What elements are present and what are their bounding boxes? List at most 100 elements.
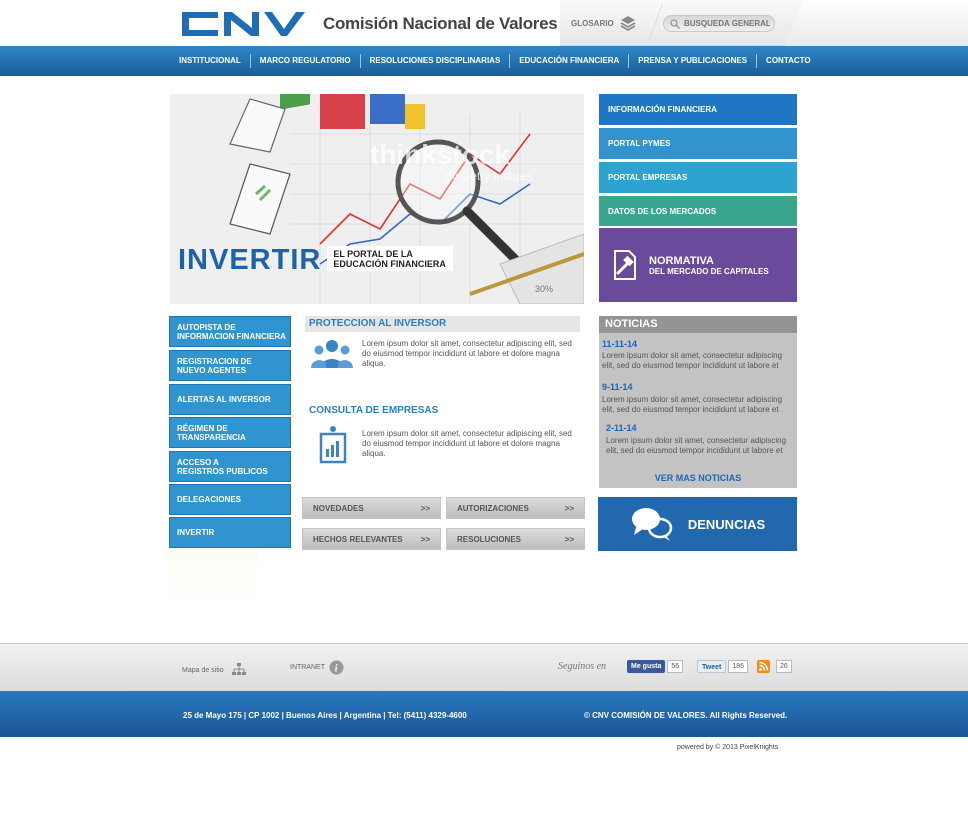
novedades-button[interactable]: NOVEDADES >> [302, 497, 441, 519]
button-label: AUTORIZACIONES [457, 503, 529, 513]
denuncias-label: DENUNCIAS [687, 516, 766, 532]
proteccion-text: Lorem ipsum dolor sit amet, consectetur … [362, 339, 572, 368]
hero-subtitle: EL PORTAL DE LA EDUCACIÓN FINANCIERA [327, 246, 454, 271]
svg-text:thinkstock: thinkstock [370, 139, 510, 170]
hero-subtitle-line1: EL PORTAL DE LA [333, 249, 413, 259]
promo-informacion-financiera[interactable]: INFORMACIÓN FINANCIERA [599, 94, 797, 125]
proteccion-heading[interactable]: PROTECCION AL INVERSOR [305, 316, 580, 332]
chat-bubbles-icon [631, 508, 673, 541]
hechos-relevantes-button[interactable]: HECHOS RELEVANTES >> [302, 528, 441, 550]
nav-item-resoluciones-disciplinarias[interactable]: RESOLUCIONES DISCIPLINARIAS [361, 54, 511, 68]
sidebar-item-label: ALERTAS AL INVERSOR [177, 395, 271, 404]
search-input[interactable] [684, 19, 770, 28]
promo-normativa[interactable]: NORMATIVA DEL MERCADO DE CAPITALES [599, 228, 797, 302]
sidebar-item-regimen[interactable]: RÉGIMEN DE TRANSPARENCIA [169, 417, 291, 448]
sidebar-item-label: ACCESO A [177, 457, 219, 467]
consulta-text: Lorem ipsum dolor sit amet, consectetur … [362, 429, 572, 458]
rss-icon[interactable] [757, 660, 770, 673]
svg-text:by Getty Images: by Getty Images [445, 169, 532, 183]
promo-portal-empresas[interactable]: PORTAL EMPRESAS [599, 162, 797, 193]
header-slant-decoration [785, 0, 968, 46]
sidebar-item-label: TRANSPARENCIA [177, 432, 246, 442]
mapa-label: Mapa de sitio [182, 666, 224, 674]
promo-label: DATOS DE LOS MERCADOS [608, 206, 717, 216]
consulta-heading[interactable]: CONSULTA DE EMPRESAS [305, 403, 580, 419]
noticias-panel: NOTICIAS 11-11-14 Lorem ipsum dolor sit … [599, 316, 797, 488]
facebook-like-button[interactable]: Me gusta [627, 660, 666, 673]
intranet-label: INTRANET [290, 664, 325, 671]
arrow-icon: >> [564, 503, 574, 513]
autorizaciones-button[interactable]: AUTORIZACIONES >> [446, 497, 585, 519]
sidebar-item-label: RÉGIMEN DE [177, 423, 228, 433]
layers-icon [620, 16, 636, 31]
normativa-title: NORMATIVA [649, 254, 714, 267]
button-label: RESOLUCIONES [457, 534, 522, 544]
intranet-link[interactable]: INTRANET i [290, 660, 344, 675]
sidebar-item-label: INVERTIR [177, 528, 215, 537]
rss-widget[interactable]: 26 [757, 660, 792, 673]
sidebar-item-label: REGISTROS PUBLICOS [177, 466, 268, 476]
facebook-like-widget[interactable]: Me gusta 56 [627, 660, 684, 673]
promo-portal-pymes[interactable]: PORTAL PYMES [599, 128, 797, 159]
sidebar-item-invertir[interactable]: INVERTIR [169, 517, 291, 548]
normativa-subtitle: DEL MERCADO DE CAPITALES [649, 266, 769, 276]
svg-text:i: i [335, 664, 338, 675]
building-chart-icon [319, 426, 347, 464]
resoluciones-button[interactable]: RESOLUCIONES >> [446, 528, 585, 550]
footer-info-bar [0, 691, 968, 737]
nav-item-institucional[interactable]: INSTITUCIONAL [170, 54, 251, 68]
arrow-icon: >> [420, 534, 430, 544]
news-date[interactable]: 9-11-14 [602, 382, 633, 392]
news-text[interactable]: Lorem ipsum dolor sit amet, consectetur … [602, 351, 796, 371]
hero-title-group: INVERTIR EL PORTAL DE LA EDUCACIÓN FINAN… [178, 244, 454, 276]
info-icon: i [329, 660, 344, 675]
nav-item-marco-regulatorio[interactable]: MARCO REGULATORIO [251, 54, 361, 68]
button-label: HECHOS RELEVANTES [313, 534, 403, 544]
svg-text:30%: 30% [535, 284, 553, 294]
rss-count: 26 [776, 660, 792, 673]
search-icon [670, 18, 680, 29]
facebook-like-count: 56 [667, 660, 684, 673]
hero-subtitle-line2: EDUCACIÓN FINANCIERA [333, 259, 446, 269]
sidebar-item-label: NUEVO AGENTES [177, 365, 247, 375]
sidebar-item-acceso-registros[interactable]: ACCESO A REGISTROS PUBLICOS [169, 451, 291, 482]
sidebar-fade-decoration [169, 550, 257, 606]
sidebar-item-registracion[interactable]: REGISTRACION DE NUEVO AGENTES [169, 350, 291, 381]
glosario-label: GLOSARIO [571, 18, 614, 28]
news-date[interactable]: 2-11-14 [606, 423, 637, 433]
cnv-logo[interactable] [180, 9, 307, 39]
noticias-heading: NOTICIAS [599, 316, 797, 333]
news-text[interactable]: Lorem ipsum dolor sit amet, consectetur … [606, 436, 796, 456]
mapa-de-sitio-link[interactable]: Mapa de sitio [182, 663, 246, 677]
main-nav: INSTITUCIONAL MARCO REGULATORIO RESOLUCI… [0, 46, 968, 76]
users-icon [311, 340, 353, 368]
site-title: Comisión Nacional de Valores [323, 14, 558, 33]
news-date[interactable]: 11-11-14 [602, 339, 637, 349]
search-box[interactable] [663, 15, 775, 32]
powered-by-link[interactable]: powered by © 2013 PixelKnights [677, 744, 778, 751]
news-text[interactable]: Lorem ipsum dolor sit amet, consectetur … [602, 395, 796, 415]
tweet-count: 186 [728, 660, 749, 673]
nav-item-prensa-publicaciones[interactable]: PRENSA Y PUBLICACIONES [629, 54, 758, 68]
promo-label: PORTAL EMPRESAS [608, 173, 688, 182]
nav-item-educacion-financiera[interactable]: EDUCACIÓN FINANCIERA [510, 54, 630, 68]
glosario-link[interactable]: GLOSARIO [571, 15, 636, 31]
promo-datos-mercados[interactable]: DATOS DE LOS MERCADOS [599, 196, 797, 226]
gavel-document-icon [614, 250, 636, 280]
ver-mas-noticias-link[interactable]: VER MAS NOTICIAS [599, 473, 797, 483]
sidebar-item-autopista[interactable]: AUTOPISTA DE INFORMACION FINANCIERA [169, 316, 291, 347]
footer-copyright: © CNV COMISIÓN DE VALORES. All Rights Re… [584, 711, 788, 720]
sidebar-item-label: AUTOPISTA DE [177, 322, 236, 332]
sidebar-item-alertas[interactable]: ALERTAS AL INVERSOR [169, 384, 291, 415]
footer-address: 25 de Mayo 175 | CP 1002 | Buenos Aires … [183, 711, 467, 720]
sitemap-icon [231, 663, 246, 675]
hero-banner[interactable]: thinkstock by Getty Images 30% INVERTIR … [170, 94, 584, 304]
arrow-icon: >> [564, 534, 574, 544]
nav-item-contacto[interactable]: CONTACTO [757, 54, 820, 68]
tweet-widget[interactable]: Tweet 186 [697, 660, 749, 673]
tweet-button[interactable]: Tweet [697, 660, 727, 673]
sidebar-item-label: REGISTRACION DE [177, 356, 252, 366]
hero-title: INVERTIR [178, 244, 322, 276]
denuncias-button[interactable]: DENUNCIAS [598, 497, 797, 551]
sidebar-item-delegaciones[interactable]: DELEGACIONES [169, 484, 291, 515]
